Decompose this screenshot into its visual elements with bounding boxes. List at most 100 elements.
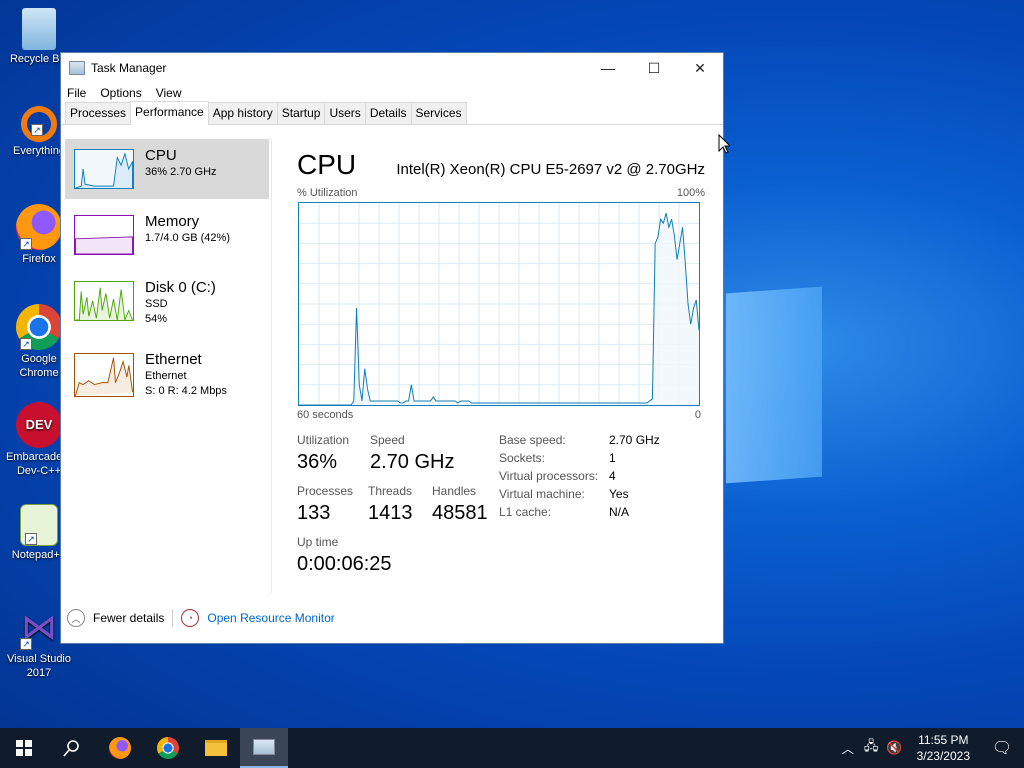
handles-label: Handles: [432, 484, 477, 498]
notification-icon[interactable]: 🗨: [980, 738, 1024, 758]
start-button[interactable]: [0, 728, 48, 768]
recycle-bin-icon: [22, 8, 56, 50]
detail-value: N/A: [609, 505, 630, 519]
tab-users[interactable]: Users: [324, 102, 366, 124]
cpu-utilization-graph: [298, 202, 700, 406]
open-resource-monitor-link[interactable]: Open Resource Monitor: [207, 611, 334, 625]
mouse-cursor-icon: [718, 134, 730, 154]
notepadpp-icon: ↗: [20, 504, 58, 546]
title-bar[interactable]: Task Manager — ☐ ✕: [61, 53, 723, 83]
threads-label: Threads: [368, 484, 413, 498]
sidebar-item-name: Memory: [145, 213, 200, 230]
sidebar-item-memory[interactable]: Memory 1.7/4.0 GB (42%): [65, 205, 269, 265]
search-button[interactable]: [48, 728, 96, 768]
sidebar-item-detail: Ethernet S: 0 R: 4.2 Mbps: [145, 370, 227, 397]
fewer-details-button[interactable]: Fewer details: [93, 611, 164, 625]
divider: [271, 139, 272, 593]
resource-monitor-icon: ◔: [181, 609, 200, 627]
tab-services[interactable]: Services: [410, 102, 467, 124]
menu-file[interactable]: File: [67, 86, 86, 100]
graph-zero-label: 0: [694, 409, 701, 421]
processes-label: Processes: [297, 484, 354, 498]
taskbar-chrome[interactable]: [144, 728, 192, 768]
menu-view[interactable]: View: [156, 86, 182, 100]
desktop-icon-label: Google Chrome: [19, 353, 59, 379]
detail-label: Sockets:: [499, 451, 546, 465]
menu-bar: File Options View: [61, 83, 723, 103]
volume-muted-icon[interactable]: 🔇: [886, 740, 902, 756]
taskbar-file-explorer[interactable]: [192, 728, 240, 768]
cpu-model: Intel(R) Xeon(R) CPU E5-2697 v2 @ 2.70GH…: [396, 161, 705, 178]
sidebar-item-cpu[interactable]: CPU 36% 2.70 GHz: [65, 139, 269, 199]
clock-date: 3/23/2023: [916, 749, 970, 763]
task-manager-icon: [69, 61, 85, 75]
chevron-up-icon[interactable]: ︿: [67, 609, 85, 627]
taskbar-task-manager[interactable]: [240, 728, 288, 768]
sidebar-item-detail: 36% 2.70 GHz: [145, 166, 217, 178]
task-manager-icon: [253, 739, 275, 755]
sidebar-item-disk[interactable]: Disk 0 (C:) SSD 54%: [65, 271, 269, 331]
footer: ︿ Fewer details ◔ Open Resource Monitor: [67, 609, 335, 627]
graph-axis-label: % Utilization: [297, 187, 358, 199]
detail-label: Virtual machine:: [499, 487, 585, 501]
close-button[interactable]: ✕: [677, 53, 723, 83]
detail-label: Virtual processors:: [499, 469, 599, 483]
clock-time: 11:55 PM: [918, 733, 969, 747]
firefox-icon: ↗: [16, 204, 62, 250]
tab-startup[interactable]: Startup: [276, 102, 326, 124]
tab-performance[interactable]: Performance: [130, 101, 209, 125]
search-icon: [63, 740, 79, 757]
graph-max-label: 100%: [676, 187, 705, 199]
uptime-value: 0:00:06:25: [297, 553, 392, 575]
detail-label: Base speed:: [499, 433, 566, 447]
chevron-up-icon[interactable]: ︿: [842, 740, 854, 757]
clock[interactable]: 11:55 PM 3/23/2023: [917, 732, 970, 764]
desktop-icon-label: Notepad++: [11, 549, 67, 561]
memory-thumbnail-graph: [74, 215, 134, 255]
detail-value: 1: [609, 451, 616, 465]
task-manager-window: Task Manager — ☐ ✕ File Options View Pro…: [60, 52, 724, 644]
sidebar-item-ethernet[interactable]: Ethernet Ethernet S: 0 R: 4.2 Mbps: [65, 337, 269, 397]
taskbar: ︿ 🖧 🔇 11:55 PM 3/23/2023 🗨: [0, 728, 1024, 768]
desktop-icon-label: Firefox: [22, 253, 56, 265]
handles-value: 48581: [432, 502, 488, 524]
tab-strip: Processes Performance App history Startu…: [61, 101, 723, 125]
devcpp-icon: DEV: [16, 402, 62, 448]
system-tray: ︿ 🖧 🔇 11:55 PM 3/23/2023 🗨: [842, 728, 1024, 768]
window-title: Task Manager: [91, 61, 167, 75]
resource-sidebar: CPU 36% 2.70 GHz Memory 1.7/4.0 GB (42%)…: [65, 139, 269, 403]
firefox-icon: [109, 737, 131, 759]
detail-value: 4: [609, 469, 616, 483]
chrome-icon: ↗: [16, 304, 62, 350]
ethernet-thumbnail-graph: [74, 353, 134, 397]
tab-processes[interactable]: Processes: [65, 102, 132, 124]
speed-label: Speed: [370, 433, 405, 447]
desktop-icon-label: Visual Studio 2017: [6, 653, 71, 679]
tab-app-history[interactable]: App history: [207, 102, 278, 124]
speed-value: 2.70 GHz: [370, 451, 455, 473]
minimize-button[interactable]: —: [585, 53, 631, 83]
page-title: CPU: [297, 149, 357, 180]
sidebar-item-name: Disk 0 (C:): [145, 279, 216, 296]
sidebar-item-detail: SSD 54%: [145, 298, 168, 325]
uptime-label: Up time: [297, 535, 339, 549]
processes-value: 133: [297, 502, 331, 524]
tab-details[interactable]: Details: [364, 102, 412, 124]
taskbar-firefox[interactable]: [96, 728, 144, 768]
windows-logo-icon: [16, 740, 32, 756]
network-icon[interactable]: 🖧: [864, 737, 879, 759]
menu-options[interactable]: Options: [100, 86, 141, 100]
utilization-value: 36%: [297, 451, 338, 473]
sidebar-item-name: CPU: [145, 147, 177, 164]
detail-value: Yes: [609, 487, 629, 501]
maximize-button[interactable]: ☐: [631, 53, 677, 83]
utilization-label: Utilization: [297, 433, 350, 447]
divider: [172, 609, 174, 627]
disk-thumbnail-graph: [74, 281, 134, 321]
sidebar-item-detail: 1.7/4.0 GB (42%): [145, 232, 230, 244]
graph-time-label: 60 seconds: [297, 409, 354, 421]
cpu-thumbnail-graph: [74, 149, 134, 189]
desktop-icon-label: Everything: [13, 145, 65, 157]
everything-icon: ↗: [21, 106, 57, 142]
folder-icon: [205, 740, 227, 756]
